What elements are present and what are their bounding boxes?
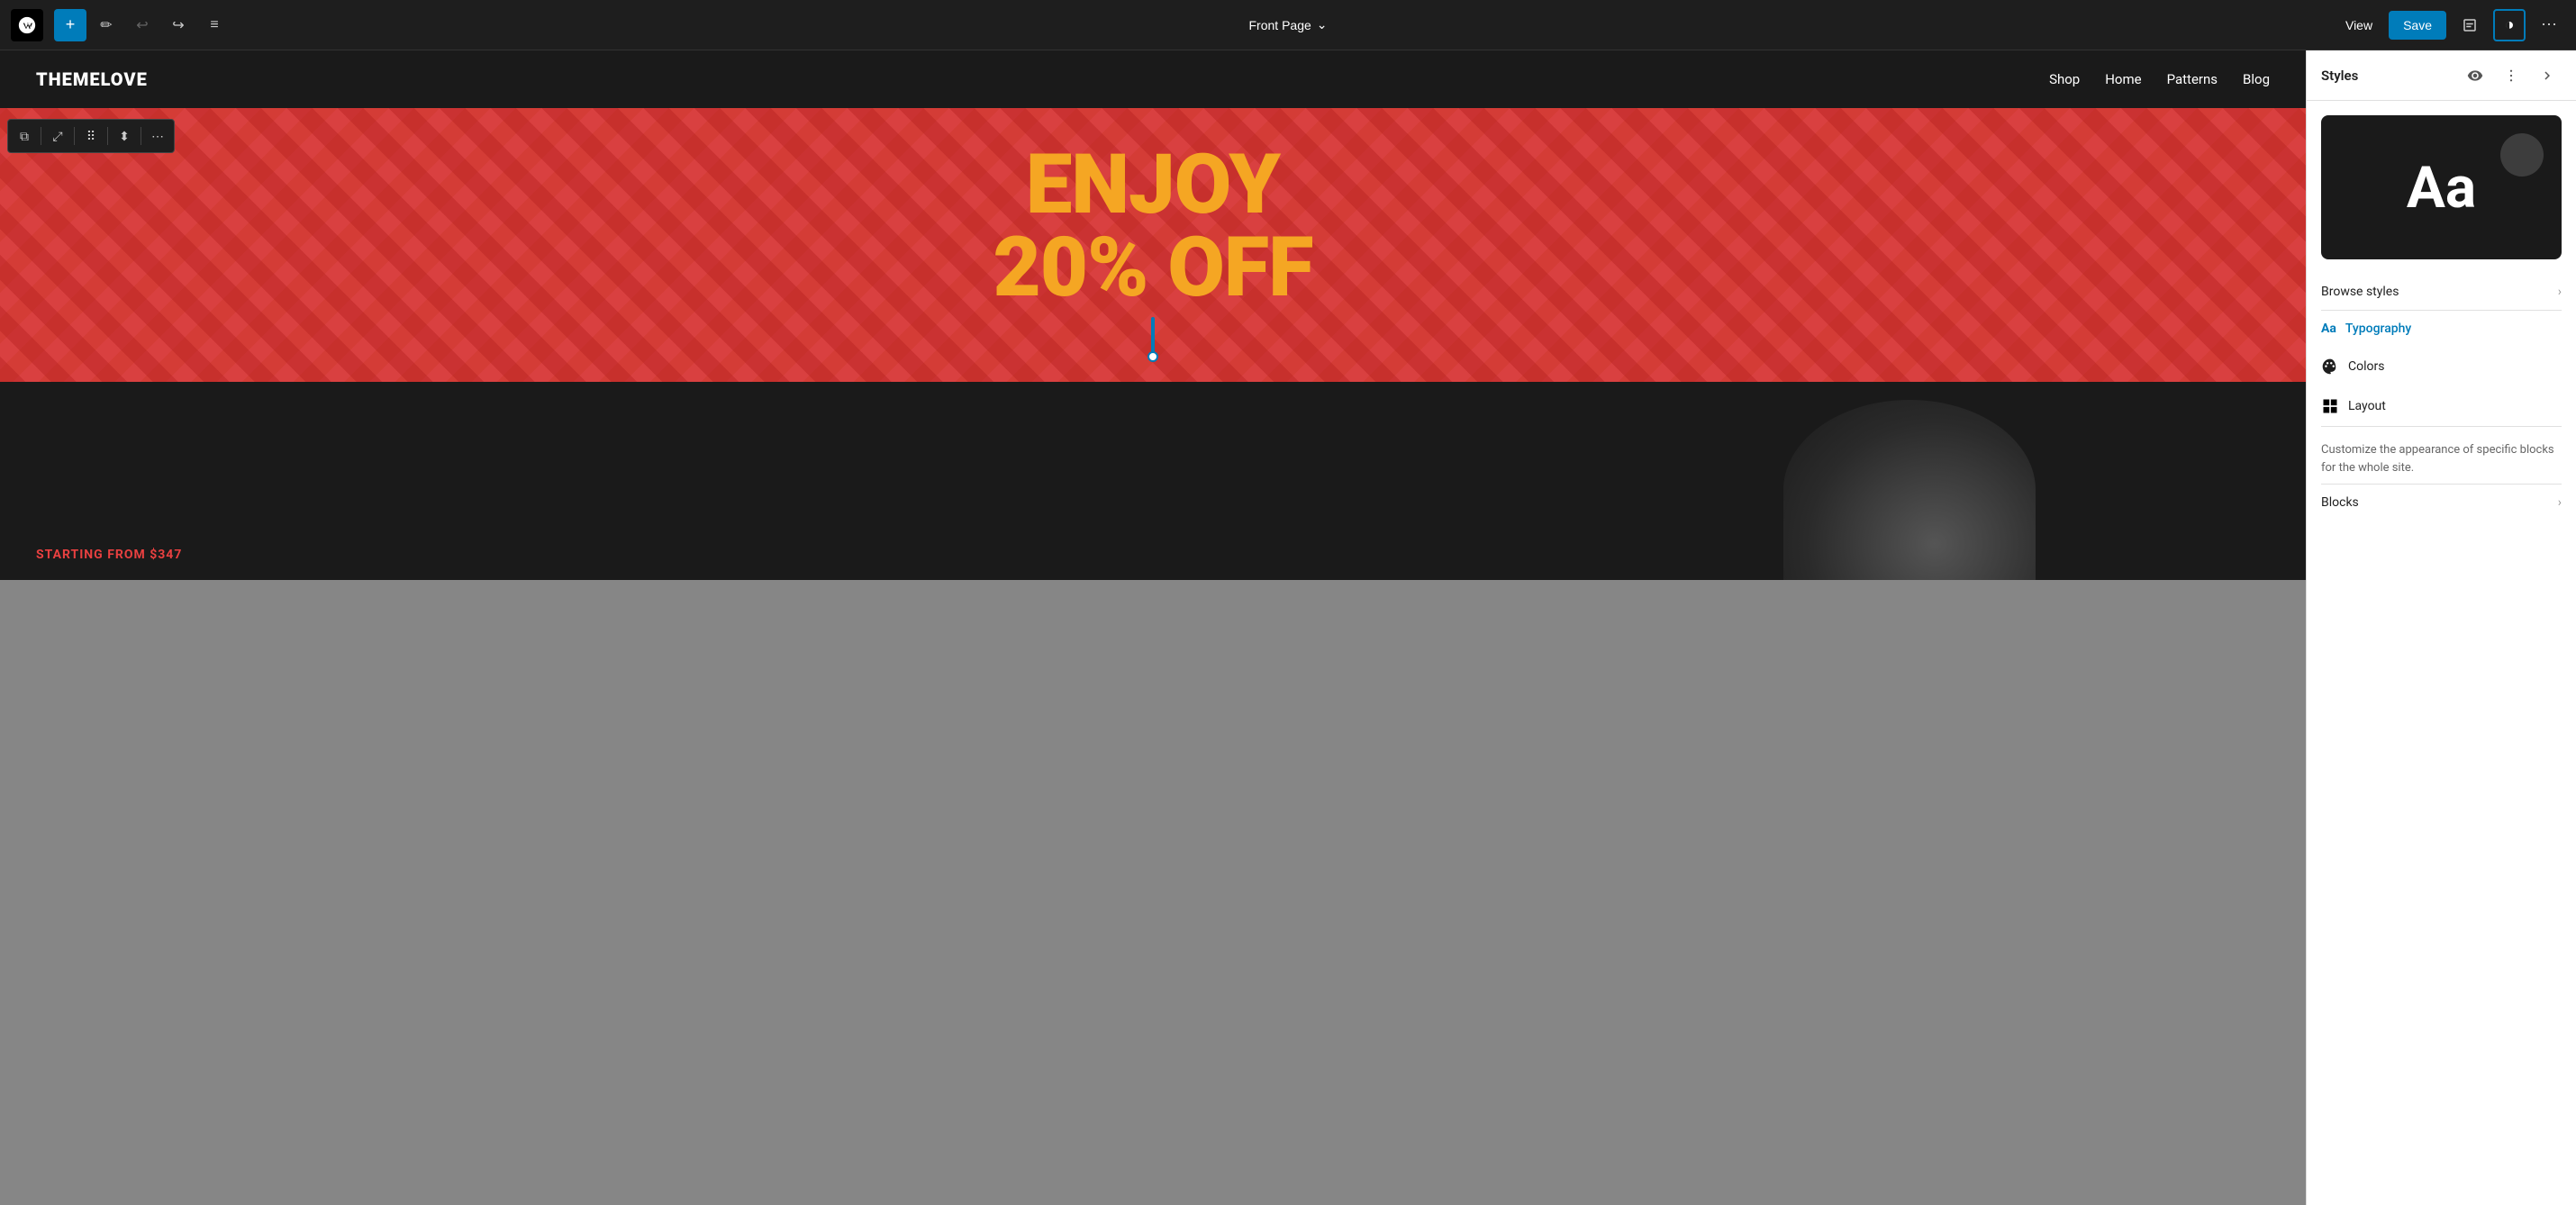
list-view-button[interactable]: ≡ [198, 9, 231, 41]
panel-header-icons [2461, 61, 2562, 90]
style-preview-circle [2500, 133, 2544, 177]
block-more-button[interactable]: ⋯ [141, 120, 174, 152]
add-block-button[interactable]: + [54, 9, 86, 41]
panel-description: Customize the appearance of specific blo… [2307, 427, 2576, 484]
style-preview-text: Aa [2407, 154, 2476, 222]
colors-item[interactable]: Colors [2307, 347, 2576, 386]
colors-label: Colors [2348, 359, 2384, 374]
move-block-button[interactable]: ⬍ [108, 120, 141, 152]
toolbar: + ✏ ↩ ↪ ≡ Front Page ⌄ View Save ◑ ⋯ [0, 0, 2576, 50]
typography-icon: Aa [2321, 322, 2336, 336]
layout-label: Layout [2348, 399, 2386, 413]
selected-block[interactable] [1151, 317, 1155, 357]
starting-price-text: STARTING FROM $347 [36, 548, 182, 562]
eye-icon [2467, 68, 2483, 84]
site-logo: THEMELOVE [36, 68, 148, 90]
bottom-section: STARTING FROM $347 [0, 382, 2306, 580]
block-toolbar: ⧉ ⤢ ⠿ ⬍ ⋯ [7, 119, 175, 153]
duplicate-block-button[interactable]: ⧉ [8, 120, 41, 152]
chevron-down-icon: ⌄ [1317, 17, 1328, 32]
preview-eye-button[interactable] [2461, 61, 2490, 90]
browse-styles-item[interactable]: Browse styles › [2307, 274, 2576, 310]
nav-home[interactable]: Home [2105, 71, 2141, 87]
more-options-button[interactable]: ⋯ [2533, 9, 2565, 41]
colors-left: Colors [2321, 358, 2384, 376]
save-button[interactable]: Save [2389, 11, 2446, 40]
styles-toggle-button[interactable]: ◑ [2493, 9, 2526, 41]
undo-button[interactable]: ↩ [126, 9, 159, 41]
main-area: THEMELOVE Shop Home Patterns Blog ⧉ ⤢ ⠿ … [0, 50, 2576, 1205]
nav-patterns[interactable]: Patterns [2167, 71, 2218, 87]
site-nav: Shop Home Patterns Blog [2049, 71, 2270, 87]
layout-item[interactable]: Layout [2307, 386, 2576, 426]
blocks-label: Blocks [2321, 495, 2359, 510]
hero-text-line1: ENJOY [1026, 144, 1280, 227]
toolbar-center: Front Page ⌄ [1240, 12, 1337, 38]
block-resize-handle[interactable] [1147, 351, 1158, 362]
canvas: THEMELOVE Shop Home Patterns Blog ⧉ ⤢ ⠿ … [0, 50, 2306, 1205]
wp-logo[interactable] [11, 9, 43, 41]
expand-block-button[interactable]: ⤢ [41, 120, 74, 152]
blocks-chevron: › [2558, 495, 2562, 510]
colors-icon [2321, 358, 2339, 376]
nav-blog[interactable]: Blog [2243, 71, 2270, 87]
hero-text-line2: 20% OFF [993, 227, 1312, 310]
typography-item[interactable]: Aa Typography [2307, 311, 2576, 347]
redo-button[interactable]: ↪ [162, 9, 195, 41]
site-header: THEMELOVE Shop Home Patterns Blog [0, 50, 2306, 108]
layout-left: Layout [2321, 397, 2386, 415]
toolbar-right: View Save ◑ ⋯ [2336, 9, 2565, 41]
panel-expand-button[interactable] [2533, 61, 2562, 90]
pen-tool-button[interactable]: ✏ [90, 9, 122, 41]
browse-styles-label: Browse styles [2321, 285, 2399, 299]
nav-shop[interactable]: Shop [2049, 71, 2080, 87]
drag-block-button[interactable]: ⠿ [75, 120, 107, 152]
typography-left: Aa Typography [2321, 322, 2411, 336]
expand-icon [2539, 68, 2555, 84]
layout-icon [2321, 397, 2339, 415]
responsive-icon [2462, 17, 2478, 33]
style-preview-box[interactable]: Aa [2321, 115, 2562, 259]
page-title-text: Front Page [1249, 18, 1311, 32]
panel-title: Styles [2321, 68, 2358, 84]
panel-more-button[interactable] [2497, 61, 2526, 90]
toolbar-left: + ✏ ↩ ↪ ≡ [11, 9, 231, 41]
responsive-toggle-button[interactable] [2454, 9, 2486, 41]
browse-styles-chevron: › [2558, 285, 2562, 299]
hero-banner: ⧉ ⤢ ⠿ ⬍ ⋯ ENJOY 20% OFF [0, 108, 2306, 382]
wp-logo-icon [17, 15, 37, 35]
page-title-button[interactable]: Front Page ⌄ [1240, 12, 1337, 38]
half-circle-icon: ◑ [2505, 15, 2515, 34]
blocks-item[interactable]: Blocks › [2307, 485, 2576, 521]
panel-header: Styles [2307, 50, 2576, 101]
styles-panel: Styles [2306, 50, 2576, 1205]
model-background [1783, 400, 2036, 580]
more-vertical-icon [2503, 68, 2519, 84]
typography-label: Typography [2345, 322, 2411, 336]
view-button[interactable]: View [2336, 13, 2381, 38]
